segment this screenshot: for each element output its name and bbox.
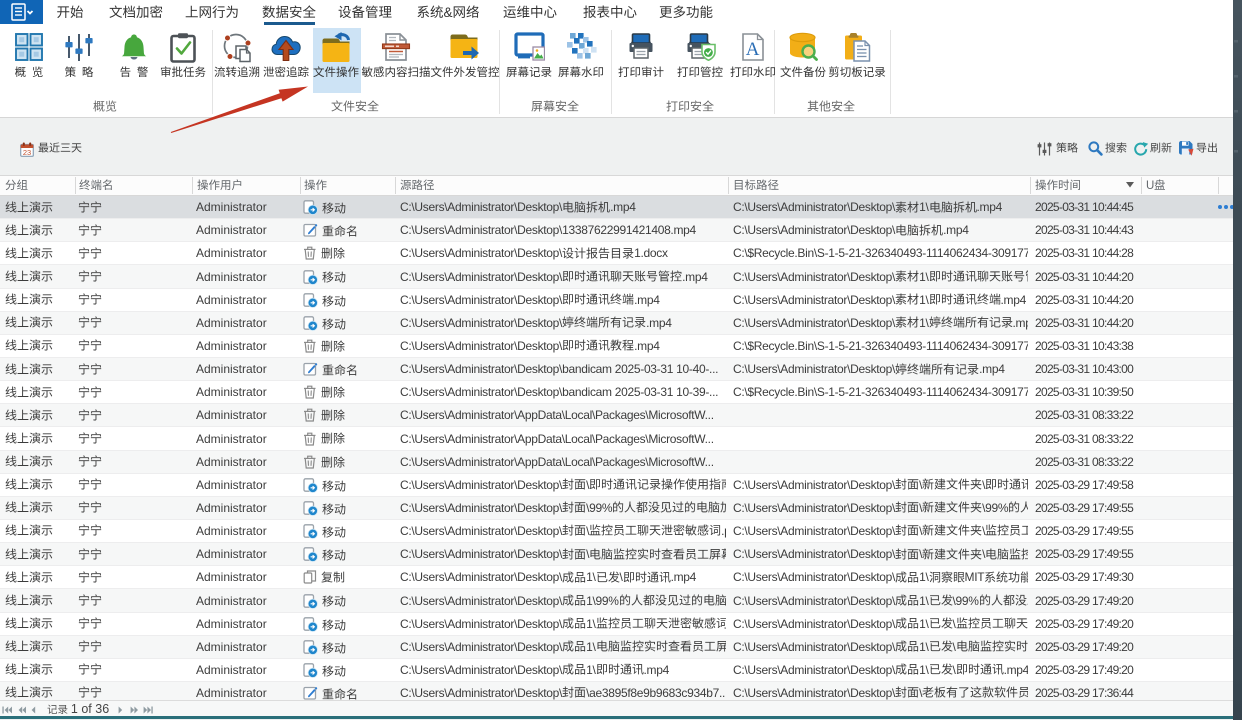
svg-text:23: 23 <box>23 148 31 157</box>
svg-text:A: A <box>746 39 760 60</box>
